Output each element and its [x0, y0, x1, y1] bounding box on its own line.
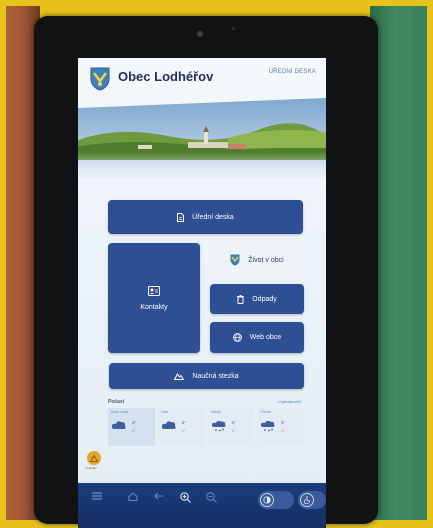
- back-arrow-icon[interactable]: [154, 492, 164, 500]
- frame-top: [0, 0, 433, 6]
- website-label: Web obce: [249, 334, 282, 341]
- weather-max-temp: 3°: [231, 420, 236, 425]
- document-icon: [177, 212, 185, 222]
- weather-forecast: Dnes večer 4° 2° Zítra 5° 1° Středa 3° 1…: [108, 408, 304, 446]
- website-button[interactable]: Web obce: [210, 322, 304, 353]
- globe-icon: [232, 333, 242, 342]
- crest-icon: [90, 67, 110, 91]
- contacts-button[interactable]: Kontakty: [108, 243, 200, 353]
- weather-max-temp: 5°: [281, 420, 286, 425]
- hiking-icon: [174, 372, 185, 380]
- contact-card-icon: [148, 285, 160, 296]
- village-life-button[interactable]: Život v obci: [210, 243, 304, 277]
- waste-button[interactable]: Odpady: [210, 284, 304, 314]
- weather-title: Počasí: [108, 399, 125, 405]
- official-board-button[interactable]: Úřední deska: [108, 200, 303, 234]
- menu-icon[interactable]: [92, 492, 102, 500]
- village-crest-icon: [230, 254, 240, 266]
- weather-min-temp: 1°: [231, 428, 236, 433]
- sensor-dot: [232, 27, 235, 30]
- weather-day-name: Středa: [210, 410, 221, 414]
- village-banner-image: [78, 98, 326, 178]
- kiosk-screen: Obec Lodhéřov ÚŘEDNÍ DESKA Úřední deska …: [78, 58, 326, 528]
- contacts-label: Kontakty: [140, 303, 168, 311]
- header: Obec Lodhéřov ÚŘEDNÍ DESKA: [78, 58, 326, 98]
- page-title: Obec Lodhéřov: [118, 69, 214, 84]
- frame-left: [0, 0, 6, 526]
- nature-trail-label: Naučná stezka: [192, 372, 239, 380]
- contrast-icon: [260, 493, 274, 507]
- forecast-link[interactable]: Ú předpověď: [278, 399, 301, 404]
- weather-min-temp: 2°: [281, 428, 286, 433]
- waste-label: Odpady: [252, 295, 277, 303]
- weather-min-temp: 2°: [132, 428, 136, 433]
- weather-day: Dnes večer 4° 2°: [108, 408, 155, 446]
- wheelchair-icon: [300, 493, 314, 507]
- official-board-label: Úřední deska: [192, 213, 234, 221]
- accessibility-button[interactable]: [87, 451, 101, 465]
- camera-icon: [197, 31, 203, 37]
- weather-day-name: Zítra: [160, 410, 168, 414]
- cloud-icon: [161, 421, 176, 429]
- weather-max-temp: 5°: [181, 420, 186, 425]
- weather-day: Čtvrtek 5° 2°: [257, 408, 304, 446]
- wheelchair-mode-toggle[interactable]: [298, 491, 326, 509]
- nature-trail-button[interactable]: Naučná stezka: [109, 363, 304, 389]
- snow-cloud-icon: [211, 421, 226, 432]
- weather-max-temp: 4°: [132, 420, 136, 425]
- snow-cloud-icon: [261, 421, 275, 432]
- bottom-nav-bar: [78, 483, 326, 528]
- warning-triangle-icon: [90, 454, 98, 462]
- zoom-out-icon[interactable]: [206, 492, 217, 503]
- frame-right: [427, 0, 433, 526]
- contrast-toggle[interactable]: [258, 491, 294, 509]
- zoom-in-icon[interactable]: [180, 492, 191, 503]
- home-icon[interactable]: [128, 492, 138, 501]
- village-life-label: Život v obci: [248, 256, 284, 264]
- weather-day: Středa 3° 1°: [207, 408, 255, 446]
- accessibility-label: Ovládání: [85, 466, 98, 470]
- weather-min-temp: 1°: [181, 428, 186, 433]
- cloud-icon: [111, 421, 126, 429]
- weather-day-name: Dnes večer: [111, 410, 129, 414]
- official-board-link[interactable]: ÚŘEDNÍ DESKA: [269, 69, 316, 75]
- wall-right: [370, 0, 433, 526]
- trash-icon: [237, 294, 245, 304]
- weather-day: Zítra 5° 1°: [157, 408, 205, 446]
- weather-day-name: Čtvrtek: [260, 410, 272, 414]
